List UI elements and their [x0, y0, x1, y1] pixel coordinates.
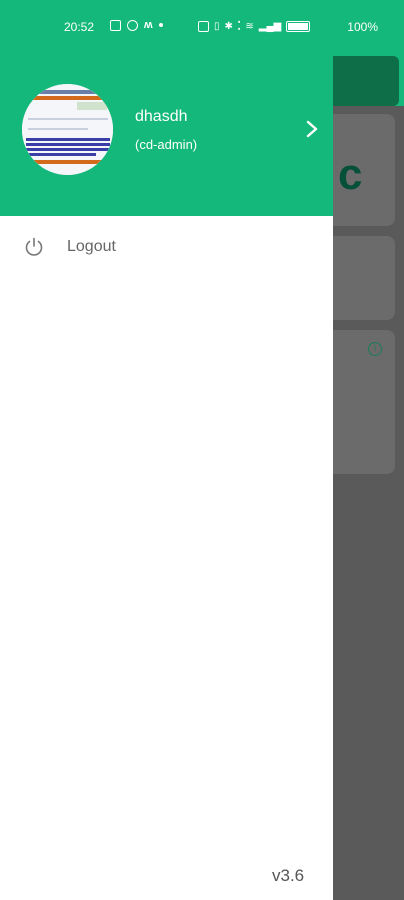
battery-icon — [286, 20, 311, 32]
background-card — [333, 236, 395, 320]
nfc-icon — [198, 20, 209, 32]
menu-item-label: Logout — [67, 238, 116, 255]
avatar[interactable] — [22, 84, 113, 175]
background-header-button — [333, 56, 399, 106]
vibrate-icon: ▯ — [214, 20, 220, 32]
more-notifications-icon — [158, 23, 163, 27]
status-bar: 20:52 ʍ ▯ ✱ ▪ ▪ ≋ ▂▄▆ 100% — [0, 0, 404, 56]
battery-percentage: 100% — [347, 20, 378, 34]
data-speed-icon: ▪ ▪ — [237, 19, 241, 33]
background-card — [333, 330, 395, 474]
signal-icon: ▂▄▆ — [258, 20, 282, 32]
m-notification-icon: ʍ — [144, 19, 153, 31]
status-notification-icons: ʍ — [110, 19, 163, 31]
app-version: v3.6 — [272, 866, 305, 885]
chevron-right-icon[interactable] — [302, 118, 322, 140]
status-system-icons: ▯ ✱ ▪ ▪ ≋ ▂▄▆ — [198, 19, 311, 33]
app-notification-icon — [110, 19, 121, 31]
info-icon: i — [368, 342, 382, 356]
user-name: dhasdh — [135, 108, 188, 125]
avatar-image — [22, 84, 113, 175]
bluetooth-icon: ✱ — [224, 20, 233, 32]
menu-item-logout[interactable]: Logout — [0, 226, 333, 270]
background-logo-fragment: c — [338, 150, 363, 199]
wifi-icon: ≋ — [245, 20, 254, 32]
notification-icon — [127, 19, 138, 31]
status-time: 20:52 — [64, 20, 95, 34]
power-icon — [25, 237, 43, 256]
user-role: (cd-admin) — [135, 137, 198, 152]
navigation-drawer: dhasdh (cd-admin) Logout v3.6 — [0, 0, 333, 900]
